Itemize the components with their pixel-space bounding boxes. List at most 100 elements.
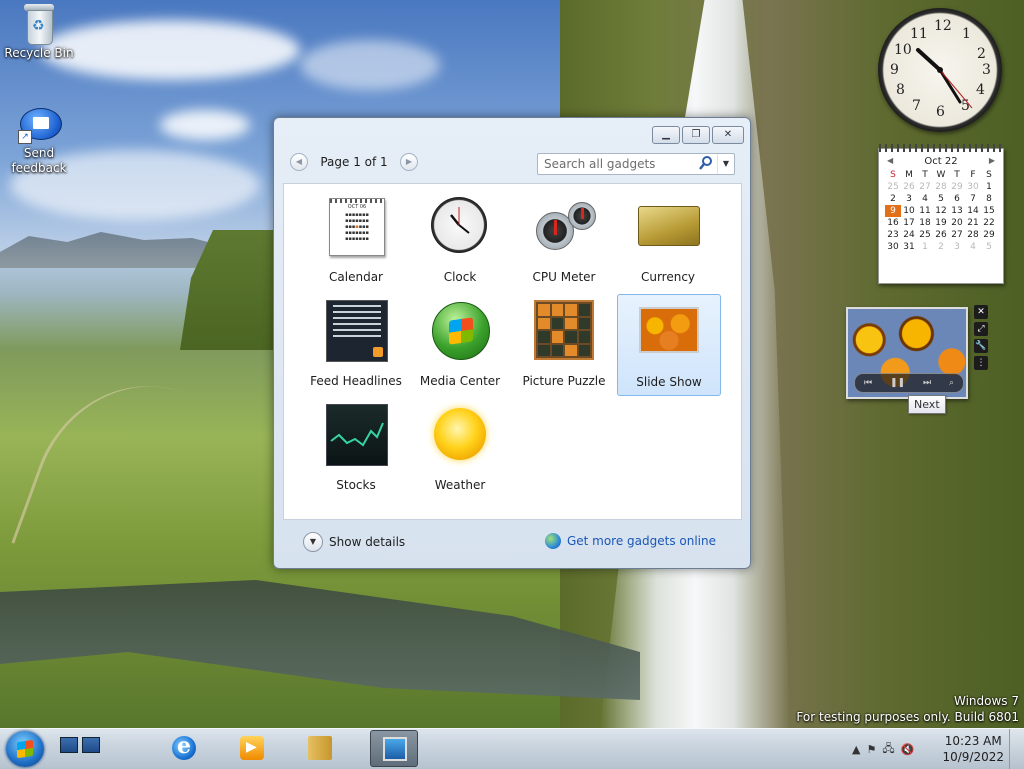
next-slide-button[interactable]: ⏭ (923, 378, 931, 388)
calendar-day[interactable]: 21 (965, 217, 981, 229)
network-icon[interactable]: 🖧 (882, 740, 894, 759)
taskbar-internet-explorer[interactable] (160, 730, 208, 767)
drag-gadget-handle[interactable]: ⋮ (974, 356, 988, 370)
quick-launch-window-icon[interactable] (82, 737, 100, 753)
volume-muted-icon[interactable]: 🔇 (901, 743, 915, 756)
calendar-day[interactable]: 2 (933, 241, 949, 253)
show-details-label: Show details (329, 535, 406, 549)
weather-icon (430, 404, 490, 464)
desktop-icon-send-feedback[interactable]: ↗ Send feedback (1, 108, 77, 176)
next-month-button[interactable]: ▶ (989, 156, 995, 165)
calendar-day[interactable]: 31 (901, 241, 917, 253)
calendar-day[interactable]: 30 (965, 181, 981, 193)
gadget-tile-picture-puzzle[interactable]: Picture Puzzle (513, 294, 615, 394)
calendar-day[interactable]: 30 (885, 241, 901, 253)
calendar-day[interactable]: 17 (901, 217, 917, 229)
pause-button[interactable]: ❚❚ (890, 378, 905, 388)
get-more-gadgets-link[interactable]: Get more gadgets online (544, 533, 716, 549)
calendar-day[interactable]: 27 (949, 229, 965, 241)
calendar-day[interactable]: 29 (981, 229, 997, 241)
calendar-day[interactable]: 25 (885, 181, 901, 193)
view-slide-button[interactable]: ⌕ (949, 378, 954, 388)
calendar-day[interactable]: 4 (917, 193, 933, 205)
search-input[interactable]: Search all gadgets ▼ (537, 153, 735, 175)
tray-expand-icon[interactable]: ▲ (852, 743, 860, 756)
stocks-icon (326, 404, 388, 466)
calendar-day[interactable]: 3 (949, 241, 965, 253)
close-button[interactable]: ✕ (712, 126, 744, 144)
calendar-day[interactable]: 28 (933, 181, 949, 193)
taskbar-gadget-gallery[interactable] (370, 730, 418, 767)
calendar-day[interactable]: 27 (917, 181, 933, 193)
gadget-tile-media-center[interactable]: Media Center (409, 294, 511, 394)
previous-slide-button[interactable]: ⏮ (864, 378, 872, 388)
previous-month-button[interactable]: ◀ (887, 156, 893, 165)
calendar-day[interactable]: 6 (949, 193, 965, 205)
calendar-day[interactable]: 15 (981, 205, 997, 217)
gadget-tile-weather[interactable]: Weather (409, 398, 511, 498)
show-details-toggle[interactable]: ▼ Show details (303, 532, 405, 552)
calendar-day[interactable]: 20 (949, 217, 965, 229)
calendar-day[interactable]: 13 (949, 205, 965, 217)
next-page-button[interactable]: ▶ (400, 153, 418, 171)
show-desktop-button[interactable] (1009, 729, 1024, 769)
calendar-day[interactable]: 1 (917, 241, 933, 253)
gadget-tile-cpu-meter[interactable]: CPU Meter (513, 190, 615, 290)
restore-button[interactable]: ❐ (682, 126, 710, 144)
gadget-tile-calendar[interactable]: OCT 06 ▪▪▪▪▪▪▪ ▪▪▪▪▪▪▪ ▪▪▪▪▪▪▪ ▪▪▪▪▪▪▪ ▪▪▪▪▪… (305, 190, 407, 290)
taskbar-media-player[interactable] (228, 730, 276, 767)
slide-show-gadget[interactable]: ⏮ ❚❚ ⏭ ⌕ (846, 307, 968, 399)
calendar-day[interactable]: 29 (949, 181, 965, 193)
calendar-day[interactable]: 10 (901, 205, 917, 217)
calendar-day[interactable]: 25 (917, 229, 933, 241)
calendar-day[interactable]: 23 (885, 229, 901, 241)
taskbar-explorer[interactable] (296, 730, 344, 767)
calendar-day[interactable]: 26 (933, 229, 949, 241)
action-center-icon[interactable]: ⚑ (866, 743, 876, 756)
minimize-button[interactable]: ▁ (652, 126, 680, 144)
calendar-day[interactable]: 2 (885, 193, 901, 205)
calendar-day[interactable]: 24 (901, 229, 917, 241)
gadget-list: OCT 06 ▪▪▪▪▪▪▪ ▪▪▪▪▪▪▪ ▪▪▪▪▪▪▪ ▪▪▪▪▪▪▪ ▪▪▪▪▪… (283, 183, 742, 520)
search-icon[interactable] (698, 155, 714, 171)
calendar-day[interactable]: 14 (965, 205, 981, 217)
calendar-day[interactable]: 18 (917, 217, 933, 229)
watermark-line: For testing purposes only. Build 6801 (796, 710, 1019, 724)
calendar-day[interactable]: 1 (981, 181, 997, 193)
slide-show-controls: ⏮ ❚❚ ⏭ ⌕ (854, 373, 964, 393)
desktop-icon-recycle-bin[interactable]: Recycle Bin (1, 4, 77, 61)
calendar-day[interactable]: 12 (933, 205, 949, 217)
gadget-tile-clock[interactable]: Clock (409, 190, 511, 290)
weekday-header: S (890, 170, 896, 180)
previous-page-button[interactable]: ◀ (290, 153, 308, 171)
search-dropdown-button[interactable]: ▼ (717, 154, 734, 174)
gadget-tile-feed-headlines[interactable]: Feed Headlines (305, 294, 407, 394)
watermark-line: Windows 7 (953, 694, 1019, 708)
start-button[interactable] (6, 731, 44, 767)
calendar-day[interactable]: 22 (981, 217, 997, 229)
gadget-tile-stocks[interactable]: Stocks (305, 398, 407, 498)
calendar-day-today[interactable]: 9 (885, 205, 901, 217)
taskbar-clock[interactable]: 10:23 AM 10/9/2022 (942, 733, 1004, 765)
gadget-tile-slide-show[interactable]: Slide Show (617, 294, 721, 396)
calendar-day[interactable]: 8 (981, 193, 997, 205)
clock-gadget[interactable]: 12 1 2 3 4 5 6 7 8 9 10 11 (878, 8, 1002, 132)
calendar-day[interactable]: 3 (901, 193, 917, 205)
gadget-tile-currency[interactable]: Currency (617, 190, 719, 290)
options-wrench-icon[interactable]: 🔧 (974, 339, 988, 353)
calendar-day[interactable]: 5 (933, 193, 949, 205)
calendar-icon: OCT 06 ▪▪▪▪▪▪▪ ▪▪▪▪▪▪▪ ▪▪▪▪▪▪▪ ▪▪▪▪▪▪▪ ▪▪▪▪▪… (326, 196, 386, 256)
close-gadget-button[interactable]: ✕ (974, 305, 988, 319)
calendar-day[interactable]: 26 (901, 181, 917, 193)
calendar-day[interactable]: 28 (965, 229, 981, 241)
gadget-label: Weather (434, 478, 486, 492)
calendar-day[interactable]: 11 (917, 205, 933, 217)
calendar-day[interactable]: 4 (965, 241, 981, 253)
larger-size-button[interactable]: ⤢ (974, 322, 988, 336)
quick-launch-desktop-icon[interactable] (60, 737, 78, 753)
calendar-day[interactable]: 7 (965, 193, 981, 205)
calendar-day[interactable]: 16 (885, 217, 901, 229)
calendar-day[interactable]: 5 (981, 241, 997, 253)
calendar-day[interactable]: 19 (933, 217, 949, 229)
calendar-gadget[interactable]: ◀ Oct 22 ▶ S M T W T F S 25 26 27 28 29 … (878, 144, 1004, 284)
